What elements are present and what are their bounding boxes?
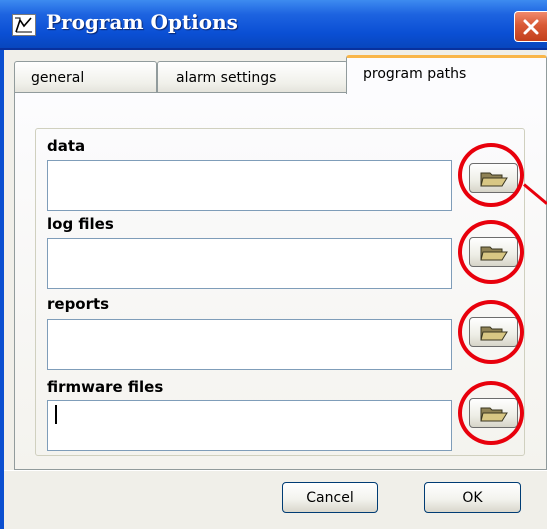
data-browse-button[interactable] bbox=[469, 163, 518, 193]
tab-label: program paths bbox=[363, 66, 467, 82]
data-path-label: data bbox=[47, 137, 86, 155]
tab-general[interactable]: general bbox=[14, 61, 157, 93]
folder-open-icon bbox=[480, 407, 508, 422]
tab-label: general bbox=[31, 70, 85, 86]
firmware-files-path-input[interactable] bbox=[47, 400, 452, 451]
reports-path-input[interactable] bbox=[47, 319, 452, 370]
title-bar[interactable]: Program Options bbox=[0, 0, 547, 50]
tab-alarm-settings[interactable]: alarm settings bbox=[157, 61, 348, 93]
folder-open-icon bbox=[480, 246, 508, 261]
tab-label: alarm settings bbox=[176, 70, 277, 86]
window-title: Program Options bbox=[46, 10, 238, 34]
firmware-files-browse-button[interactable] bbox=[469, 398, 518, 428]
footer-divider bbox=[4, 470, 547, 471]
log-files-path-label: log files bbox=[47, 215, 114, 233]
text-cursor bbox=[55, 405, 57, 424]
app-icon[interactable] bbox=[12, 14, 36, 36]
tab-program-paths[interactable]: program paths bbox=[346, 55, 547, 94]
data-path-input[interactable] bbox=[47, 160, 452, 211]
firmware-files-path-label: firmware files bbox=[47, 378, 164, 396]
ok-button[interactable]: OK bbox=[424, 482, 521, 513]
close-icon[interactable] bbox=[514, 11, 547, 42]
folder-open-icon bbox=[480, 172, 508, 187]
log-files-browse-button[interactable] bbox=[469, 237, 518, 267]
cancel-button[interactable]: Cancel bbox=[282, 482, 378, 513]
log-files-path-input[interactable] bbox=[47, 238, 452, 289]
reports-path-label: reports bbox=[47, 295, 110, 313]
folder-open-icon bbox=[480, 326, 508, 341]
reports-browse-button[interactable] bbox=[469, 317, 518, 347]
